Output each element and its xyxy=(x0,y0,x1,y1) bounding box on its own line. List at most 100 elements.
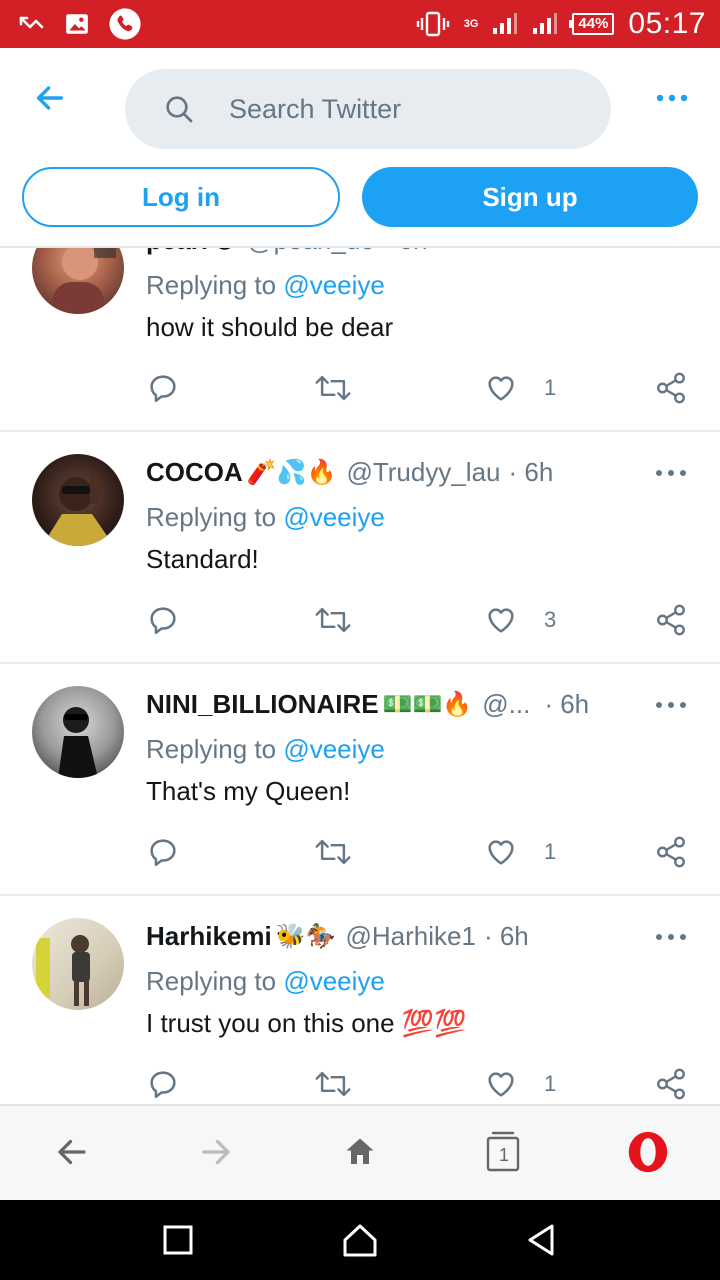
back-icon[interactable] xyxy=(522,1220,562,1260)
retweet-button[interactable] xyxy=(314,600,352,640)
tweet-more-button[interactable] xyxy=(654,930,688,942)
avatar[interactable] xyxy=(32,918,124,1010)
mention-link[interactable]: @veeiye xyxy=(283,270,385,300)
display-name[interactable]: NINI_BILLIONAIRE xyxy=(146,689,379,720)
browser-forward-button[interactable] xyxy=(192,1128,240,1176)
battery-indicator: 44% xyxy=(569,13,615,35)
timestamp[interactable]: · 6h xyxy=(544,689,589,720)
home-icon xyxy=(346,1138,374,1164)
browser-back-button[interactable] xyxy=(48,1128,96,1176)
timestamp[interactable]: · 6h xyxy=(484,921,529,952)
name-emojis: 🐝🏇 xyxy=(275,922,336,950)
like-button[interactable]: 1 xyxy=(484,368,556,408)
reply-icon xyxy=(150,1071,176,1099)
reply-button[interactable] xyxy=(146,368,180,408)
like-button[interactable]: 3 xyxy=(484,600,556,640)
share-icon xyxy=(657,836,685,868)
missed-call-icon xyxy=(19,16,44,29)
reply-icon xyxy=(150,607,176,635)
avatar[interactable] xyxy=(32,454,124,546)
tweet-item[interactable]: NINI_BILLIONAIRE 💵💵🔥 @... · 6h Replying … xyxy=(0,664,720,896)
opera-menu-button[interactable] xyxy=(624,1128,672,1176)
home-icon[interactable] xyxy=(340,1220,380,1260)
reply-icon xyxy=(150,375,176,403)
like-count: 3 xyxy=(544,607,557,632)
search-placeholder: Search Twitter xyxy=(229,93,402,124)
mention-link[interactable]: @veeiye xyxy=(283,966,385,996)
heart-icon xyxy=(488,840,514,865)
share-button[interactable] xyxy=(654,600,688,640)
like-count: 1 xyxy=(544,1071,557,1096)
replying-to: Replying to @veeiye xyxy=(146,270,385,301)
back-arrow-icon xyxy=(36,86,64,110)
mention-link[interactable]: @veeiye xyxy=(283,502,385,532)
username[interactable]: @... xyxy=(482,689,530,720)
browser-home-button[interactable] xyxy=(336,1128,384,1176)
retweet-icon xyxy=(315,1071,351,1097)
reply-button[interactable] xyxy=(146,1064,180,1104)
share-icon xyxy=(657,372,685,404)
like-button[interactable]: 1 xyxy=(484,1064,556,1104)
browser-toolbar: 1 xyxy=(0,1104,720,1200)
heart-icon xyxy=(488,376,514,401)
display-name[interactable]: COCOA xyxy=(146,457,243,488)
signup-button[interactable]: Sign up xyxy=(362,167,698,227)
more-icon xyxy=(656,470,686,476)
username[interactable]: @Harhike1 xyxy=(346,921,476,952)
replying-to: Replying to @veeiye xyxy=(146,734,385,765)
search-input[interactable]: Search Twitter xyxy=(125,69,611,149)
share-button[interactable] xyxy=(654,368,688,408)
replying-to-label: Replying to xyxy=(146,734,277,764)
overflow-menu-button[interactable] xyxy=(652,86,692,110)
retweet-icon xyxy=(315,375,351,401)
back-button[interactable] xyxy=(30,78,70,118)
back-arrow-icon xyxy=(58,1139,86,1165)
share-icon xyxy=(657,604,685,636)
tweet-actions: 1 xyxy=(146,832,696,872)
replying-to: Replying to @veeiye xyxy=(146,502,385,533)
tweet-actions: 3 xyxy=(146,600,696,640)
retweet-button[interactable] xyxy=(314,832,352,872)
screen: pearl 😊 @pearl_uo · 6h Replying to @veei… xyxy=(0,0,720,1280)
display-name[interactable]: Harhikemi xyxy=(146,921,272,952)
signal-icon xyxy=(493,13,518,34)
timestamp[interactable]: · 6h xyxy=(508,457,553,488)
reply-icon xyxy=(150,839,176,867)
tweet-header: NINI_BILLIONAIRE 💵💵🔥 @... · 6h xyxy=(146,686,706,722)
retweet-button[interactable] xyxy=(314,1064,352,1104)
more-icon xyxy=(656,94,688,102)
phone-icon xyxy=(109,8,141,40)
tab-count: 1 xyxy=(498,1144,509,1165)
share-button[interactable] xyxy=(654,832,688,872)
tweet-actions: 1 xyxy=(146,368,696,408)
like-button[interactable]: 1 xyxy=(484,832,556,872)
tweet-more-button[interactable] xyxy=(654,698,688,710)
retweet-button[interactable] xyxy=(314,368,352,408)
tweet-text: Standard! xyxy=(146,544,259,574)
reply-button[interactable] xyxy=(146,600,180,640)
login-button[interactable]: Log in xyxy=(22,167,340,227)
mention-link[interactable]: @veeiye xyxy=(283,734,385,764)
replying-to-label: Replying to xyxy=(146,966,277,996)
name-emojis: 💵💵🔥 xyxy=(382,690,473,718)
replying-to-label: Replying to xyxy=(146,502,277,532)
share-button[interactable] xyxy=(654,1064,688,1104)
tweet-text: I trust you on this one 💯💯 xyxy=(146,1008,467,1038)
recents-icon[interactable] xyxy=(158,1220,198,1260)
heart-icon xyxy=(488,608,514,633)
like-count: 1 xyxy=(544,839,557,864)
retweet-icon xyxy=(315,839,351,865)
search-icon xyxy=(166,96,193,123)
tweet-more-button[interactable] xyxy=(654,466,688,478)
clock: 05:17 xyxy=(628,7,706,40)
username[interactable]: @Trudyy_lau xyxy=(346,457,500,488)
tweet-text: how it should be dear xyxy=(146,312,394,342)
tweet-header: COCOA 🧨💦🔥 @Trudyy_lau · 6h xyxy=(146,454,706,490)
tweet-item[interactable]: COCOA 🧨💦🔥 @Trudyy_lau · 6h Replying to @… xyxy=(0,432,720,664)
tweet-text: That's my Queen! xyxy=(146,776,351,806)
tweet-item[interactable]: Harhikemi 🐝🏇 @Harhike1 · 6h Replying to … xyxy=(0,896,720,1104)
avatar[interactable] xyxy=(32,686,124,778)
browser-tabs-button[interactable]: 1 xyxy=(480,1128,528,1176)
reply-button[interactable] xyxy=(146,832,180,872)
tweet-actions: 1 xyxy=(146,1064,696,1104)
